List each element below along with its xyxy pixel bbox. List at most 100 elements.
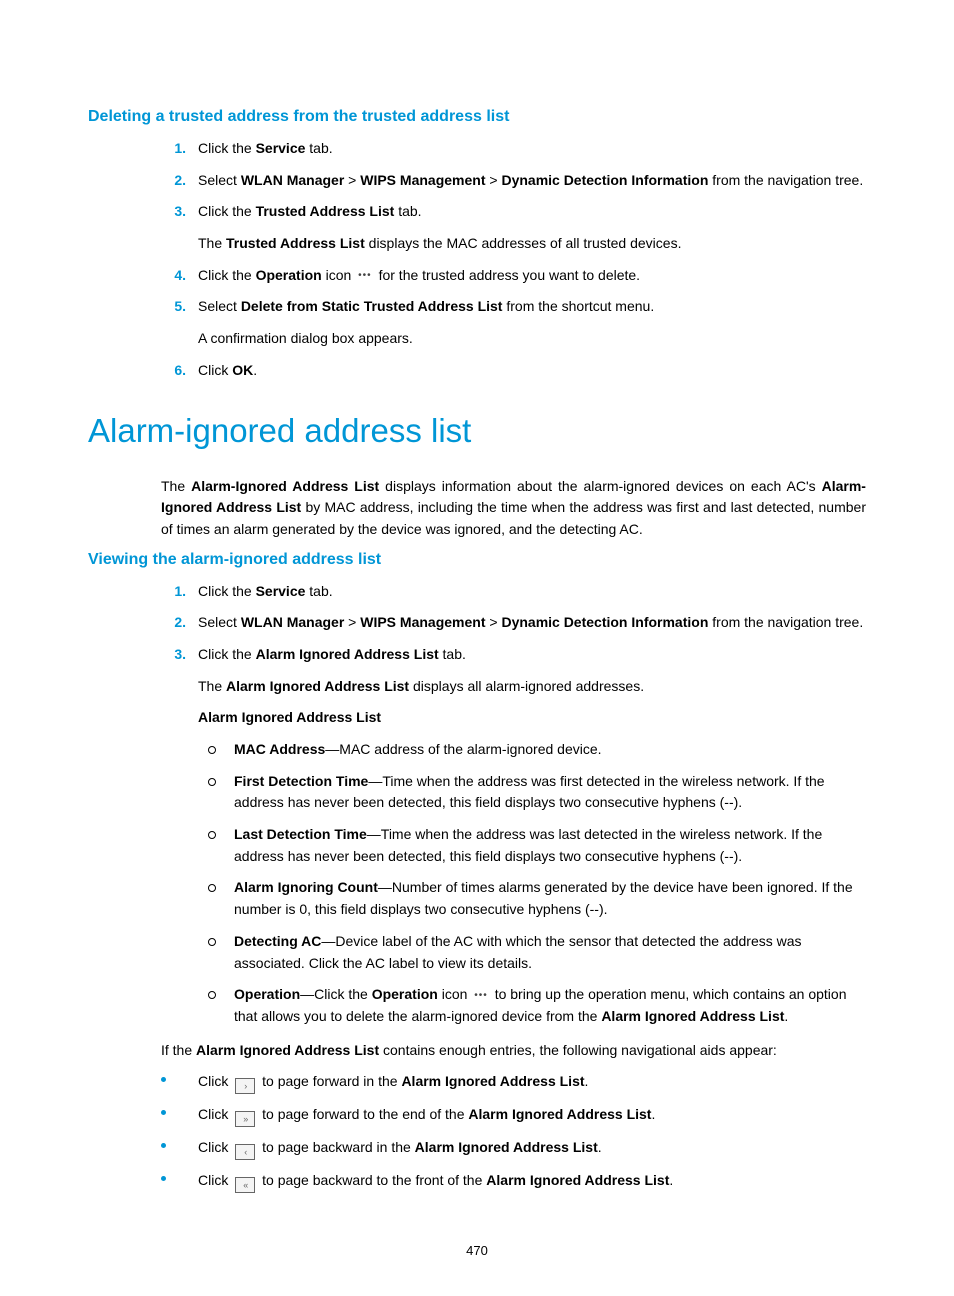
step-text: Click the <box>198 267 256 283</box>
nav-item: Click ‹ to page backward in the Alarm Ig… <box>88 1137 866 1160</box>
nav-list: Click › to page forward in the Alarm Ign… <box>88 1071 866 1193</box>
field-item: Detecting AC—Device label of the AC with… <box>198 931 866 974</box>
step-2: 2. Select WLAN Manager > WIPS Management… <box>88 170 866 192</box>
field-list-title: Alarm Ignored Address List <box>198 707 866 729</box>
step-text: Click the <box>198 203 256 219</box>
step-text: > <box>485 172 501 188</box>
nav-intro: If the Alarm Ignored Address List contai… <box>88 1040 866 1062</box>
text: . <box>651 1106 655 1122</box>
bold: Alarm Ignored Address List <box>226 678 409 694</box>
bold: WIPS Management <box>360 614 485 630</box>
step-number: 1. <box>156 138 186 160</box>
ellipsis-icon: ••• <box>474 988 488 1004</box>
intro-paragraph: The Alarm-Ignored Address List displays … <box>88 476 866 541</box>
step-text: . <box>253 362 257 378</box>
step-1: 1. Click the Service tab. <box>88 581 866 603</box>
bullet-icon <box>208 991 216 999</box>
step-6: 6. Click OK. <box>88 360 866 382</box>
page-last-icon: » <box>235 1111 255 1127</box>
text: Click <box>198 1106 232 1122</box>
bold: Trusted Address List <box>256 203 395 219</box>
bold: WLAN Manager <box>241 172 344 188</box>
field-item: First Detection Time—Time when the addre… <box>198 771 866 814</box>
step-text: from the navigation tree. <box>708 172 863 188</box>
document-page: Deleting a trusted address from the trus… <box>0 0 954 1296</box>
bold: MAC Address <box>234 741 325 757</box>
step-text: for the trusted address you want to dele… <box>375 267 640 283</box>
bold: Alarm Ignored Address List <box>401 1073 584 1089</box>
step-number: 4. <box>156 265 186 287</box>
step-text: Click the <box>198 140 256 156</box>
field-item: Operation—Click the Operation icon ••• t… <box>198 984 866 1027</box>
step-number: 3. <box>156 201 186 223</box>
bold: Alarm Ignored Address List <box>198 709 381 725</box>
step-text: from the shortcut menu. <box>502 298 654 314</box>
step-number: 2. <box>156 170 186 192</box>
step-text: Select <box>198 172 241 188</box>
bold: Dynamic Detection Information <box>501 172 708 188</box>
nav-item: Click « to page backward to the front of… <box>88 1170 866 1193</box>
step-3: 3. Click the Alarm Ignored Address List … <box>88 644 866 1028</box>
text: The <box>161 478 191 494</box>
step-text: Click the <box>198 583 256 599</box>
bold: First Detection Time <box>234 773 368 789</box>
nav-item: Click › to page forward in the Alarm Ign… <box>88 1071 866 1094</box>
bullet-icon <box>208 831 216 839</box>
page-prev-icon: ‹ <box>235 1144 255 1160</box>
step-note: A confirmation dialog box appears. <box>198 328 866 350</box>
text: displays all alarm-ignored addresses. <box>409 678 644 694</box>
text: contains enough entries, the following n… <box>379 1042 777 1058</box>
step-text: tab. <box>305 583 332 599</box>
nav-item: Click » to page forward to the end of th… <box>88 1104 866 1127</box>
bold: WLAN Manager <box>241 614 344 630</box>
step-4: 4. Click the Operation icon ••• for the … <box>88 265 866 287</box>
bullet-icon <box>161 1143 166 1148</box>
field-item: Alarm Ignoring Count—Number of times ala… <box>198 877 866 920</box>
heading-viewing-alarm-ignored: Viewing the alarm-ignored address list <box>88 551 866 569</box>
text: . <box>598 1139 602 1155</box>
bold: Alarm Ignored Address List <box>415 1139 598 1155</box>
step-text: from the navigation tree. <box>708 614 863 630</box>
step-number: 1. <box>156 581 186 603</box>
bold: WIPS Management <box>360 172 485 188</box>
bullet-icon <box>208 938 216 946</box>
field-list: MAC Address—MAC address of the alarm-ign… <box>198 739 866 1028</box>
text: The <box>198 678 226 694</box>
step-1: 1. Click the Service tab. <box>88 138 866 160</box>
bold: OK <box>232 362 253 378</box>
heading-alarm-ignored: Alarm-ignored address list <box>88 412 866 450</box>
step-text: > <box>344 614 360 630</box>
text: If the <box>161 1042 196 1058</box>
heading-delete-trusted: Deleting a trusted address from the trus… <box>88 108 866 126</box>
step-number: 3. <box>156 644 186 666</box>
page-next-icon: › <box>235 1078 255 1094</box>
bold: Operation <box>234 986 300 1002</box>
step-text: displays the MAC addresses of all truste… <box>365 235 682 251</box>
step-text: tab. <box>439 646 466 662</box>
step-text: Click the <box>198 646 256 662</box>
text: Click <box>198 1139 232 1155</box>
text: displays information about the alarm-ign… <box>379 478 821 494</box>
bold: Trusted Address List <box>226 235 365 251</box>
page-first-icon: « <box>235 1177 255 1193</box>
step-text: Click <box>198 362 232 378</box>
bold: Operation <box>256 267 322 283</box>
text: . <box>669 1172 673 1188</box>
step-2: 2. Select WLAN Manager > WIPS Management… <box>88 612 866 634</box>
bullet-icon <box>161 1176 166 1181</box>
bold: Alarm Ignored Address List <box>601 1008 784 1024</box>
steps-viewing: 1. Click the Service tab. 2. Select WLAN… <box>88 581 866 1028</box>
bullet-icon <box>208 884 216 892</box>
bold: Alarm Ignoring Count <box>234 879 378 895</box>
steps-delete-trusted: 1. Click the Service tab. 2. Select WLAN… <box>88 138 866 382</box>
bold: Alarm Ignored Address List <box>486 1172 669 1188</box>
step-text: The <box>198 235 226 251</box>
step-text: tab. <box>305 140 332 156</box>
bold: Delete from Static Trusted Address List <box>241 298 503 314</box>
field-item: MAC Address—MAC address of the alarm-ign… <box>198 739 866 761</box>
bold: Alarm Ignored Address List <box>256 646 439 662</box>
bold: Operation <box>372 986 438 1002</box>
text: . <box>585 1073 589 1089</box>
text: to page backward to the front of the <box>258 1172 486 1188</box>
step-text: icon <box>322 267 355 283</box>
